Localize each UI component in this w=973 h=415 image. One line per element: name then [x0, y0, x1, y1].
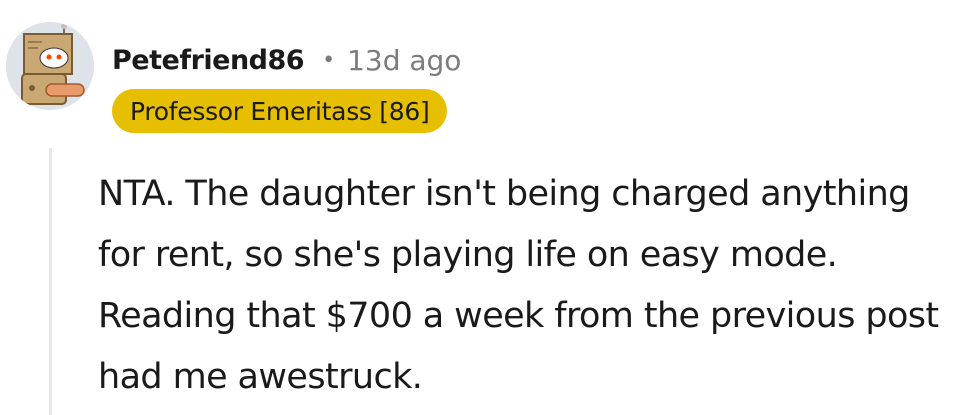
user-avatar-icon[interactable]	[6, 22, 94, 110]
comment: Petefriend86 • 13d ago Professor Emerita…	[0, 0, 973, 415]
thread-line[interactable]	[49, 148, 52, 415]
comment-body: NTA. The daughter isn't being charged an…	[98, 174, 939, 397]
user-flair-badge: Professor Emeritass [86]	[112, 89, 448, 133]
comment-header: Petefriend86 • 13d ago	[112, 38, 461, 82]
username-link[interactable]: Petefriend86	[112, 45, 305, 76]
timestamp[interactable]: 13d ago	[347, 44, 461, 77]
separator-dot: •	[322, 47, 336, 73]
